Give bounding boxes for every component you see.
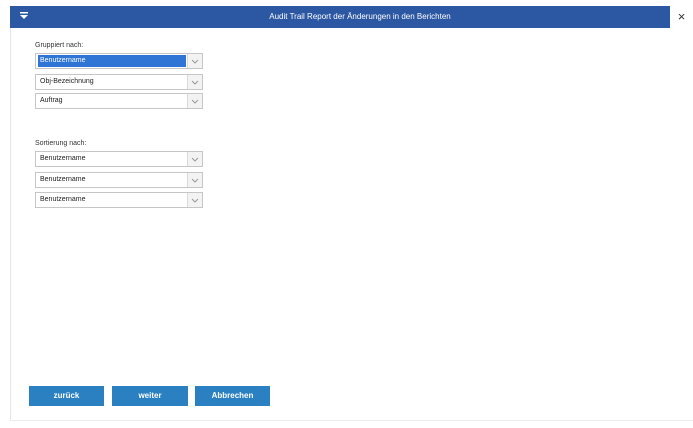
grouping-select-1[interactable]: Benutzername bbox=[35, 53, 203, 69]
close-icon[interactable]: × bbox=[678, 9, 686, 24]
close-button[interactable]: × bbox=[670, 6, 693, 28]
bottom-divider bbox=[10, 420, 693, 421]
grouping-select-3[interactable]: Auftrag bbox=[35, 93, 203, 109]
sorting-label: Sortierung nach: bbox=[35, 140, 87, 147]
next-button[interactable]: weiter bbox=[112, 386, 188, 406]
cancel-button[interactable]: Abbrechen bbox=[195, 386, 270, 406]
grouping-select-2-value: Obj-Bezeichnung bbox=[40, 78, 94, 85]
chevron-down-icon[interactable] bbox=[187, 54, 202, 68]
grouping-select-3-value: Auftrag bbox=[40, 97, 63, 104]
chevron-down-icon[interactable] bbox=[187, 173, 202, 187]
sorting-select-3-value: Benutzername bbox=[40, 196, 86, 203]
left-divider bbox=[10, 28, 11, 420]
grouping-select-2[interactable]: Obj-Bezeichnung bbox=[35, 74, 203, 90]
grouping-label: Gruppiert nach: bbox=[35, 42, 84, 49]
sorting-select-3[interactable]: Benutzername bbox=[35, 192, 203, 208]
sorting-select-2-value: Benutzername bbox=[40, 176, 86, 183]
sorting-select-2[interactable]: Benutzername bbox=[35, 172, 203, 188]
chevron-down-icon[interactable] bbox=[187, 152, 202, 166]
chevron-down-icon[interactable] bbox=[187, 75, 202, 89]
grouping-select-1-value: Benutzername bbox=[38, 55, 186, 67]
chevron-down-icon[interactable] bbox=[187, 94, 202, 108]
sorting-select-1-value: Benutzername bbox=[40, 155, 86, 162]
back-button[interactable]: zurück bbox=[29, 386, 104, 406]
window-title: Audit Trail Report der Änderungen in den… bbox=[269, 12, 451, 21]
chevron-down-icon[interactable] bbox=[187, 193, 202, 207]
title-bar: Audit Trail Report der Änderungen in den… bbox=[10, 6, 670, 28]
sorting-select-1[interactable]: Benutzername bbox=[35, 151, 203, 167]
